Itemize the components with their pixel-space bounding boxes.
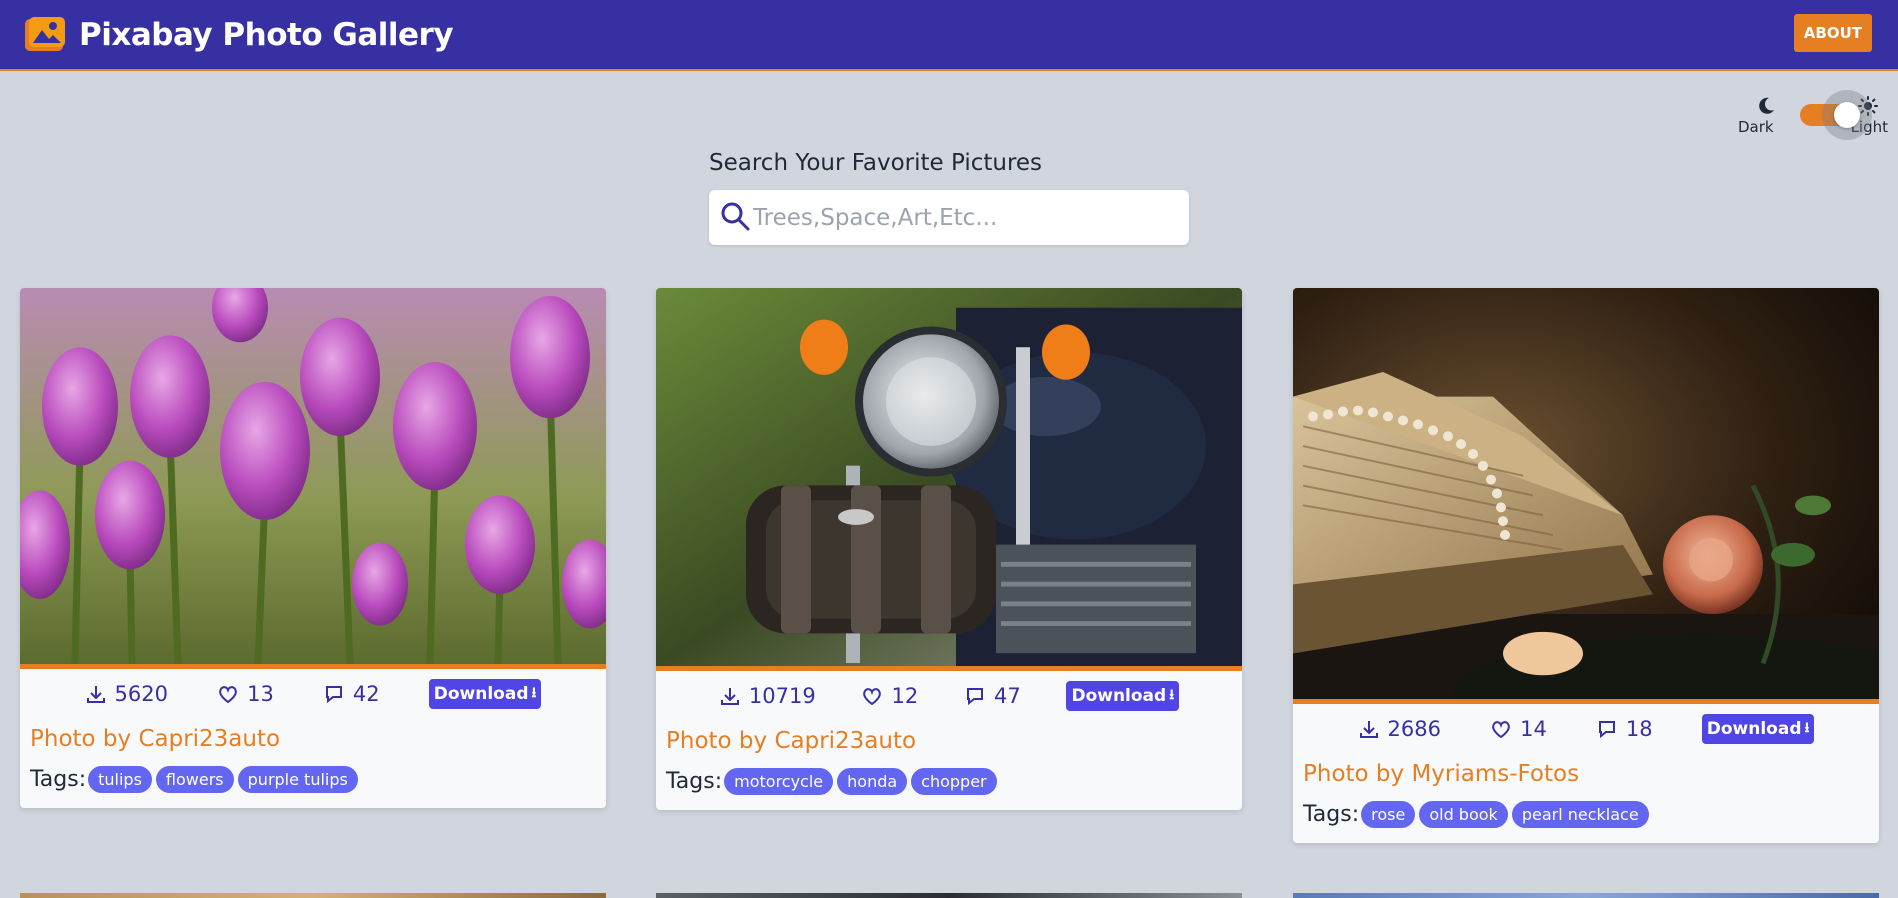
comments-icon: [1598, 720, 1615, 738]
next-card-preview: [20, 893, 606, 898]
comments-count: 42: [352, 681, 380, 706]
tags-label: Tags:: [666, 768, 723, 794]
moon-icon: [1759, 97, 1774, 114]
likes-count: 12: [891, 683, 919, 708]
next-card-preview: [656, 893, 1242, 898]
tags-label: Tags:: [30, 766, 87, 792]
app-title[interactable]: Pixabay Photo Gallery: [79, 17, 454, 53]
download-button-label: Download: [1706, 718, 1802, 739]
theme-toggle[interactable]: Dark Light: [1738, 90, 1888, 142]
tags-row: Tags: rose old book pearl necklace: [1293, 795, 1879, 843]
download-icon: [720, 687, 739, 705]
tag-chip[interactable]: chopper: [911, 767, 997, 795]
card-stats: 5620 13 42 Download ⭳: [20, 669, 606, 718]
tag-chip[interactable]: rose: [1361, 800, 1416, 828]
rose-book-photo[interactable]: [1293, 288, 1879, 704]
search-icon: [721, 202, 750, 231]
image-logo-icon: [25, 16, 65, 51]
photo-card: 10719 12 47 Download ⭳ Photo by Capri23a…: [656, 288, 1242, 810]
downloads-stat: 5620: [85, 682, 168, 706]
photographer-credit[interactable]: Photo by Myriams-Fotos: [1293, 753, 1879, 795]
download-button[interactable]: Download ⭳: [428, 678, 542, 709]
photographer-credit[interactable]: Photo by Capri23auto: [656, 720, 1242, 762]
download-icon: [1359, 720, 1378, 738]
likes-count: 14: [1520, 716, 1547, 741]
likes-stat: 14: [1490, 717, 1547, 741]
comments-stat: 47: [964, 684, 1021, 708]
downloads-count: 5620: [114, 681, 168, 706]
download-button-label: Download: [1071, 685, 1167, 706]
download-button-label: Download: [433, 683, 529, 704]
tag-chip[interactable]: motorcycle: [724, 767, 834, 795]
search-input[interactable]: [753, 190, 1173, 245]
navbar: Pixabay Photo Gallery ABOUT: [0, 0, 1898, 71]
comments-count: 47: [993, 683, 1021, 708]
tags-label: Tags:: [1303, 801, 1360, 827]
heart-icon: [1492, 720, 1510, 738]
toggle-thumb[interactable]: [1834, 102, 1860, 128]
download-arrow-icon: ⭳: [531, 684, 537, 701]
download-button[interactable]: Download ⭳: [1066, 680, 1180, 711]
tag-chip[interactable]: pearl necklace: [1511, 800, 1649, 828]
card-stats: 10719 12 47 Download ⭳: [656, 671, 1242, 720]
comments-icon: [325, 685, 342, 703]
heart-icon: [863, 687, 882, 705]
downloads-count: 10719: [748, 683, 816, 708]
search-heading: Search Your Favorite Pictures: [709, 150, 1043, 176]
downloads-count: 2686: [1387, 716, 1441, 741]
search-box[interactable]: [709, 190, 1189, 245]
comments-stat: 42: [323, 682, 380, 706]
photographer-credit[interactable]: Photo by Capri23auto: [20, 718, 606, 760]
download-arrow-icon: ⭳: [1169, 686, 1175, 703]
tulips-photo[interactable]: [20, 288, 606, 669]
tag-chip[interactable]: flowers: [155, 765, 234, 793]
downloads-stat: 10719: [719, 684, 816, 708]
likes-count: 13: [247, 681, 274, 706]
tags-row: Tags: motorcycle honda chopper: [656, 762, 1242, 810]
dark-label: Dark: [1738, 118, 1774, 136]
comments-count: 18: [1625, 716, 1653, 741]
comments-stat: 18: [1596, 717, 1653, 741]
photo-card: 2686 14 18 Download ⭳ Photo by Myriams-F…: [1293, 288, 1879, 843]
motorcycle-photo[interactable]: [656, 288, 1242, 671]
comments-icon: [966, 687, 983, 705]
likes-stat: 12: [861, 684, 918, 708]
about-button[interactable]: ABOUT: [1793, 14, 1872, 52]
tag-chip[interactable]: old book: [1419, 800, 1508, 828]
downloads-stat: 2686: [1358, 717, 1441, 741]
tag-chip[interactable]: purple tulips: [237, 765, 358, 793]
photo-card: 5620 13 42 Download ⭳ Photo by Capri23au…: [20, 288, 606, 808]
search-section: Search Your Favorite Pictures: [709, 150, 1189, 245]
next-card-preview: [1293, 893, 1879, 898]
tags-row: Tags: tulips flowers purple tulips: [20, 760, 606, 808]
card-stats: 2686 14 18 Download ⭳: [1293, 704, 1879, 753]
tag-chip[interactable]: honda: [837, 767, 908, 795]
download-icon: [86, 685, 105, 703]
tag-chip[interactable]: tulips: [88, 765, 152, 793]
heart-icon: [219, 685, 237, 703]
download-arrow-icon: ⭳: [1804, 719, 1810, 736]
likes-stat: 13: [217, 682, 274, 706]
download-button[interactable]: Download ⭳: [1701, 713, 1815, 744]
